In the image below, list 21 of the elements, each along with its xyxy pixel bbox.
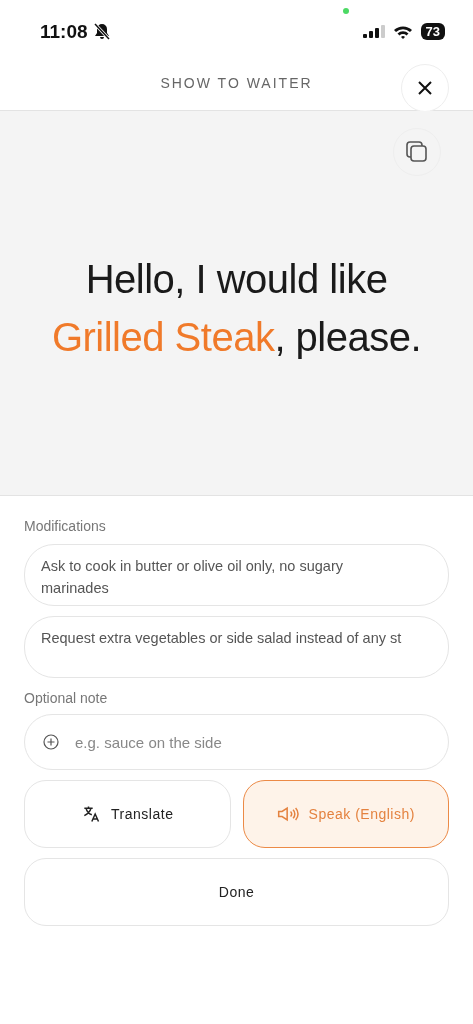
signal-icon [362,25,385,38]
phrase-text: Hello, I would like Grilled Steak, please. [50,256,423,361]
modification-field[interactable]: Ask to cook in butter or olive oil only, no sugary marinades [24,544,449,606]
battery-level: 73 [420,23,445,40]
speaker-icon [276,805,299,823]
close-icon [418,81,432,95]
modification-field[interactable]: Request extra vegetables or side salad instead of any st [24,616,449,678]
privacy-indicator-icon [343,8,349,14]
screen-title: SHOW TO WAITER [160,74,313,91]
section-label: Modifications [24,518,107,534]
copy-icon [406,141,428,163]
wifi-icon [392,24,413,39]
note-field[interactable]: e.g. sauce on the side [24,714,449,770]
plus-circle-icon [43,734,59,750]
status-time: 11:08 [40,20,88,43]
translate-button[interactable]: Translate [24,780,231,848]
section-label: Optional note [24,690,109,706]
done-button[interactable]: Done [24,858,449,926]
close-button[interactable] [401,64,449,112]
bell-slash-icon [93,23,110,40]
translate-icon [81,804,102,824]
